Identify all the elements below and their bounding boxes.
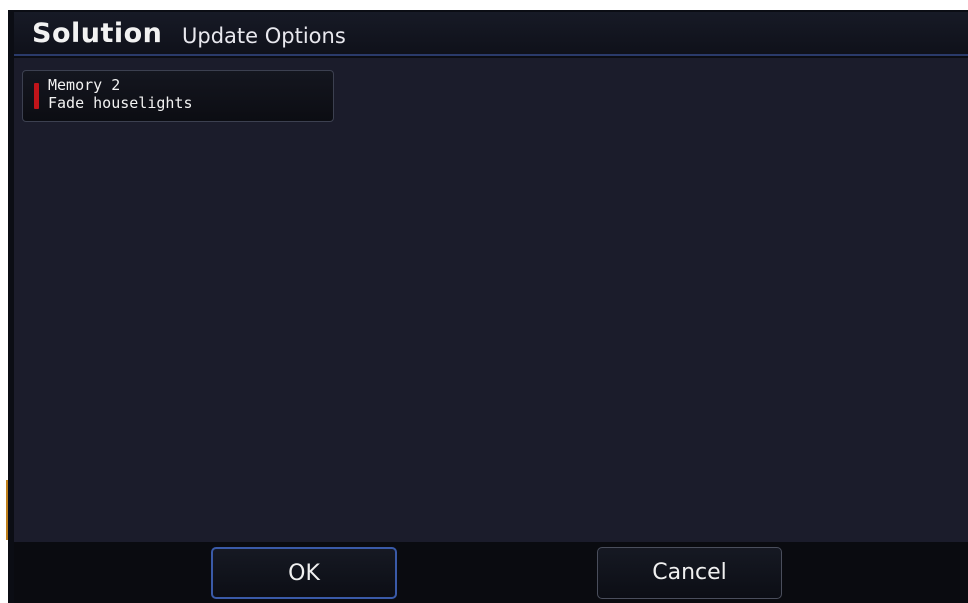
memory-color-marker	[34, 83, 39, 109]
content-area	[14, 58, 968, 542]
memory-number-label: Memory 2	[48, 76, 121, 94]
ok-button[interactable]: OK	[211, 547, 397, 599]
memory-item-button[interactable]: Memory 2 Fade houselights	[22, 70, 334, 122]
footer-bar	[14, 542, 968, 603]
dialog-title: Update Options	[182, 24, 346, 48]
cancel-button[interactable]: Cancel	[597, 547, 782, 599]
title-bar: Solution Update Options	[14, 12, 968, 56]
brand-logo: Solution	[32, 18, 163, 49]
memory-description-label: Fade houselights	[48, 94, 193, 112]
